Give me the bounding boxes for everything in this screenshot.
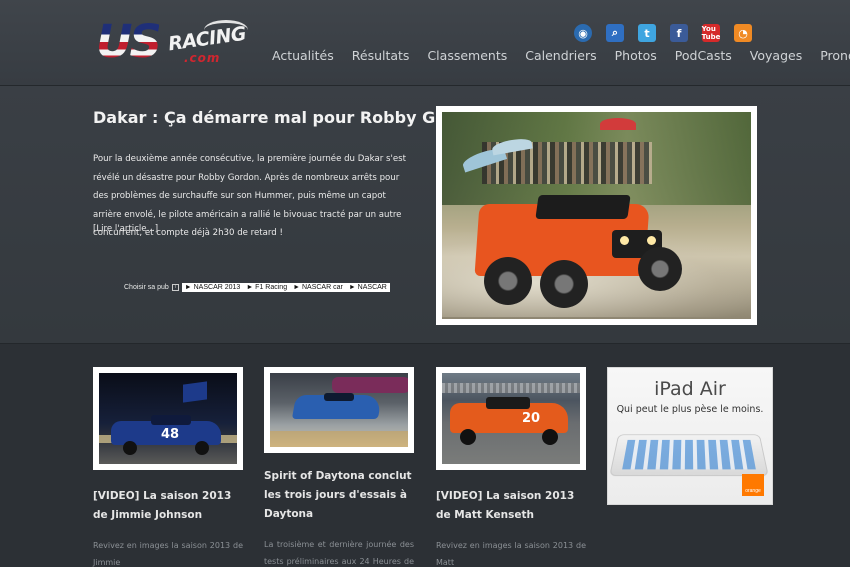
ad-subtitle: Qui peut le plus pèse le moins. bbox=[608, 404, 772, 415]
main-nav: Actualités Résultats Classements Calendr… bbox=[272, 48, 850, 66]
article-excerpt: Revivez en images la saison 2013 de Matt bbox=[436, 537, 586, 567]
ad-choice-label: Choisir sa pub bbox=[124, 284, 169, 291]
facebook-icon[interactable]: f bbox=[670, 24, 688, 42]
nav-item-photos[interactable]: Photos bbox=[615, 48, 657, 66]
article-thumbnail[interactable]: 20 bbox=[436, 367, 586, 470]
article-card: Spirit of Daytona conclut les trois jour… bbox=[264, 367, 414, 567]
social-links: ◉ ⌕ t f You Tube ◔ bbox=[574, 24, 758, 42]
nav-item-podcasts[interactable]: PodCasts bbox=[675, 48, 732, 66]
featured-article: Dakar : Ça démarre mal pour Robby Gordon… bbox=[0, 86, 850, 344]
article-title[interactable]: [VIDEO] La saison 2013 de Jimmie Johnson bbox=[93, 487, 243, 525]
ad-choice-links: ► NASCAR 2013 ► F1 Racing ► NASCAR car ►… bbox=[182, 283, 390, 292]
nav-item-resultats[interactable]: Résultats bbox=[352, 48, 410, 66]
rss-icon[interactable]: ◔ bbox=[734, 24, 752, 42]
nav-item-pronostics[interactable]: Pronostics bbox=[820, 48, 850, 66]
featured-article-photo[interactable] bbox=[436, 106, 757, 325]
dakar-truck-photo bbox=[442, 112, 751, 319]
nav-item-calendriers[interactable]: Calendriers bbox=[525, 48, 596, 66]
ad-link-nascar-car[interactable]: ► NASCAR car bbox=[293, 284, 343, 291]
ad-info-icon[interactable]: i bbox=[172, 284, 179, 291]
ad-choice-bar: Choisir sa pub i ► NASCAR 2013 ► F1 Raci… bbox=[124, 283, 390, 292]
article-excerpt: Revivez en images la saison 2013 de Jimm… bbox=[93, 537, 243, 567]
ad-link-nascar-2013[interactable]: ► NASCAR 2013 bbox=[185, 284, 241, 291]
ad-link-nascar[interactable]: ► NASCAR bbox=[349, 284, 387, 291]
article-thumbnail[interactable]: 48 bbox=[93, 367, 243, 470]
twitter-icon[interactable]: t bbox=[638, 24, 656, 42]
orange-logo: orange bbox=[742, 474, 764, 496]
site-rss-icon[interactable]: ◉ bbox=[574, 24, 592, 42]
ipad-air-ad[interactable]: iPad Air Qui peut le plus pèse le moins.… bbox=[607, 367, 773, 505]
article-title[interactable]: [VIDEO] La saison 2013 de Matt Kenseth bbox=[436, 487, 586, 525]
search-icon[interactable]: ⌕ bbox=[606, 24, 624, 42]
read-more-link[interactable]: [Lire l'article...] bbox=[93, 224, 158, 234]
logo-us-text: US bbox=[96, 18, 159, 66]
logo-com-text: .com bbox=[184, 51, 220, 65]
article-excerpt: La troisième et dernière journée des tes… bbox=[264, 536, 414, 567]
ipad-image bbox=[609, 434, 769, 476]
article-thumbnail[interactable] bbox=[264, 367, 414, 453]
site-logo[interactable]: US RACING .com bbox=[96, 18, 252, 68]
site-header: US RACING .com ◉ ⌕ t f You Tube ◔ Actual… bbox=[0, 0, 850, 86]
nav-item-actualites[interactable]: Actualités bbox=[272, 48, 334, 66]
youtube-icon[interactable]: You Tube bbox=[702, 24, 720, 42]
article-card: 48 [VIDEO] La saison 2013 de Jimmie John… bbox=[93, 367, 243, 567]
article-title[interactable]: Spirit of Daytona conclut les trois jour… bbox=[264, 467, 414, 524]
ad-link-f1-racing[interactable]: ► F1 Racing bbox=[246, 284, 287, 291]
featured-article-title[interactable]: Dakar : Ça démarre mal pour Robby Gordon bbox=[93, 108, 413, 127]
nav-item-classements[interactable]: Classements bbox=[427, 48, 507, 66]
article-grid: 48 [VIDEO] La saison 2013 de Jimmie John… bbox=[0, 345, 850, 567]
nav-item-voyages[interactable]: Voyages bbox=[750, 48, 802, 66]
ad-title: iPad Air bbox=[608, 378, 772, 400]
article-card: 20 [VIDEO] La saison 2013 de Matt Kenset… bbox=[436, 367, 586, 567]
